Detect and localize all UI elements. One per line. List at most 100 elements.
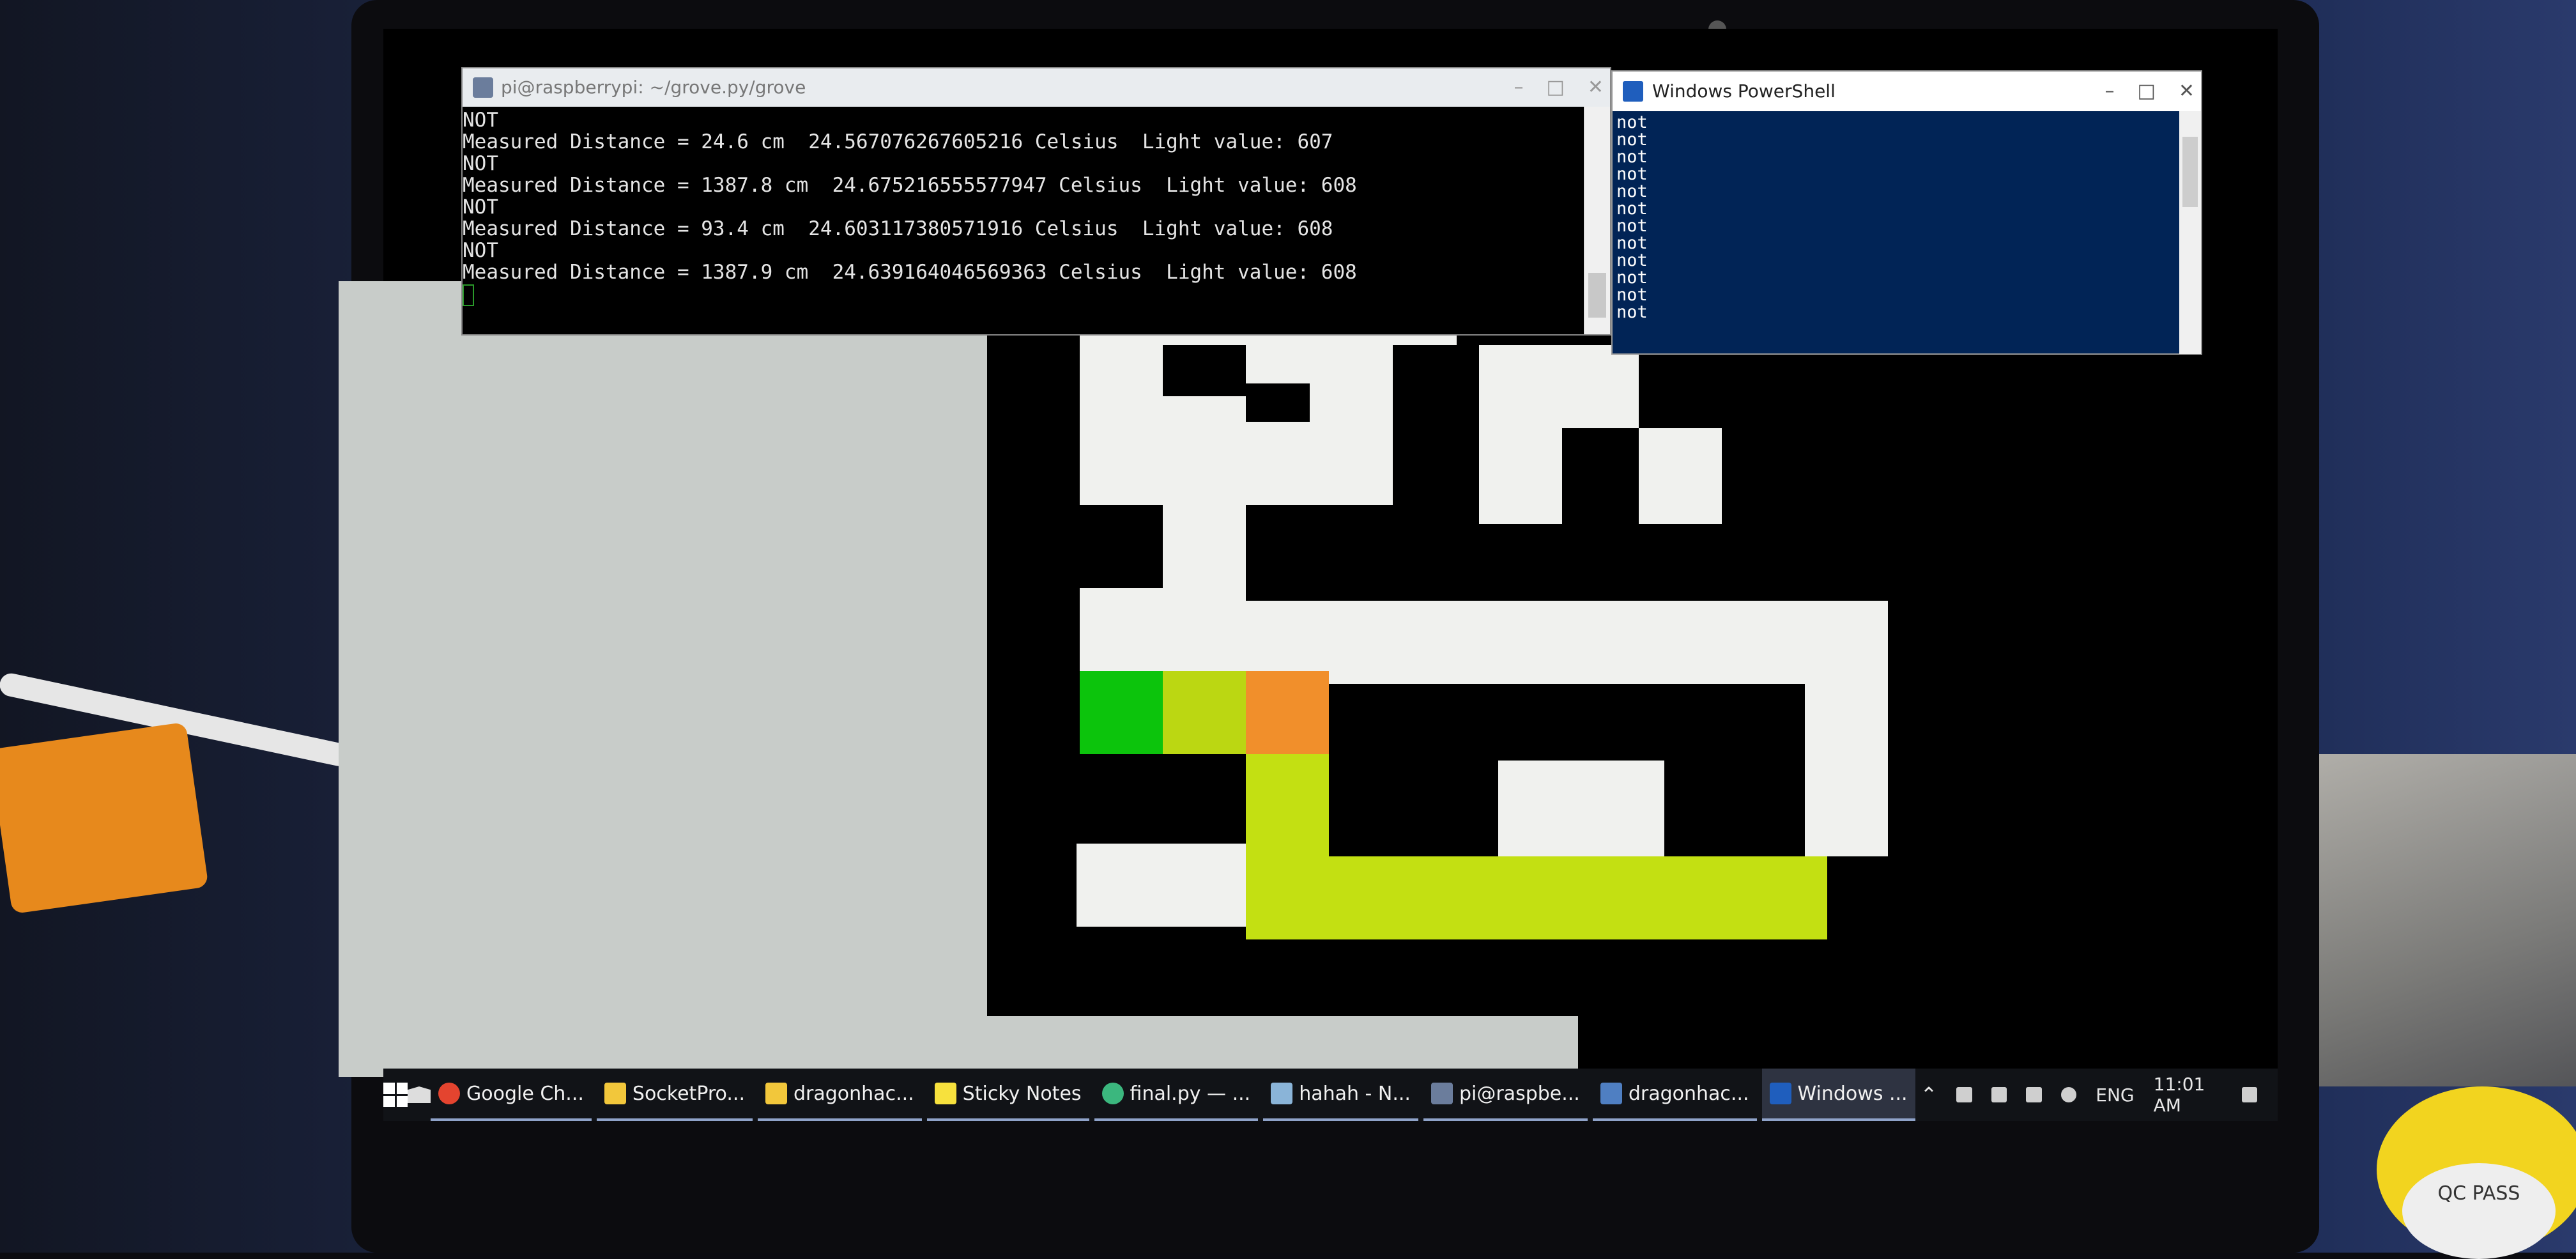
terminal-line: Measured Distance = 1387.9 cm 24.6391640…	[463, 261, 1357, 284]
scrollbar-thumb[interactable]	[2182, 137, 2198, 207]
qc-sticker: QC PASS	[2402, 1163, 2556, 1259]
minimize-icon[interactable]: –	[2105, 72, 2115, 110]
maze-wall	[1077, 844, 1249, 927]
taskbar-app-label: SocketPro...	[632, 1082, 745, 1105]
putty-title: pi@raspberrypi: ~/grove.py/grove	[501, 77, 806, 98]
python-icon	[1600, 1083, 1622, 1104]
taskbar-app-chrome[interactable]: Google Ch...	[431, 1069, 592, 1121]
maze-gap	[1163, 345, 1246, 396]
taskbar-app-editor[interactable]: final.py — ...	[1094, 1069, 1259, 1121]
python-icon	[1101, 1083, 1124, 1104]
maximize-icon[interactable]: □	[1547, 68, 1565, 107]
taskbar-app-folder[interactable]: dragonhac...	[758, 1069, 922, 1121]
maze-gap	[1639, 345, 1722, 428]
maze-wall	[1479, 345, 1562, 524]
battery-icon[interactable]	[2026, 1087, 2042, 1102]
maze-gap	[1393, 345, 1479, 505]
taskbar-app-putty[interactable]: pi@raspbe...	[1423, 1069, 1588, 1121]
powershell-icon	[1769, 1083, 1791, 1104]
maze-gap	[1246, 684, 1805, 761]
ps-line: not	[1616, 199, 1648, 219]
clock[interactable]: 11:01 AM	[2154, 1074, 2223, 1116]
sticky-notes-icon	[934, 1083, 956, 1104]
taskbar-app-label: Windows ...	[1797, 1082, 1908, 1105]
maze-path	[1246, 856, 1827, 939]
ps-line: not	[1616, 147, 1648, 167]
ps-line: not	[1616, 164, 1648, 184]
close-icon[interactable]: ✕	[1588, 68, 1604, 107]
taskbar-app-powershell[interactable]: Windows ...	[1761, 1069, 1915, 1121]
notifications-icon[interactable]	[2242, 1087, 2258, 1102]
maximize-icon[interactable]: □	[2138, 72, 2156, 110]
minimize-icon[interactable]: –	[1514, 68, 1524, 107]
taskbar-app-label: hahah - N...	[1299, 1082, 1411, 1105]
notepad-icon	[1271, 1083, 1293, 1104]
scrollbar-thumb[interactable]	[1588, 273, 1606, 318]
text-cursor	[463, 284, 474, 306]
maze-path	[1246, 754, 1329, 856]
taskbar-app-label: final.py — ...	[1130, 1082, 1251, 1105]
terminal-line: Measured Distance = 1387.8 cm 24.6752165…	[463, 174, 1357, 197]
ps-line: not	[1616, 285, 1648, 305]
maze-wall	[1498, 761, 1664, 856]
folder-icon	[604, 1083, 626, 1104]
powershell-window[interactable]: Windows PowerShell – □ ✕ not not not not…	[1611, 70, 2202, 355]
chevron-up-icon[interactable]: ⌃	[1920, 1083, 1938, 1107]
maze-current-cell	[1246, 671, 1329, 754]
powershell-output[interactable]: not not not not not not not not not not …	[1613, 111, 2201, 321]
volume-icon[interactable]	[1991, 1087, 2007, 1102]
powershell-title-bar[interactable]: Windows PowerShell – □ ✕	[1613, 72, 2201, 111]
language-indicator[interactable]: ENG	[2096, 1085, 2134, 1106]
terminal-line: Measured Distance = 24.6 cm 24.567076267…	[463, 130, 1333, 153]
maze-wall	[1639, 428, 1722, 524]
mail-icon	[408, 1086, 431, 1103]
taskbar-app-label: Google Ch...	[466, 1082, 584, 1105]
powershell-title: Windows PowerShell	[1652, 81, 1836, 102]
taskbar-app-notepad[interactable]: hahah - N...	[1263, 1069, 1418, 1121]
maze-board	[987, 307, 1888, 1016]
ps-line: not	[1616, 268, 1648, 288]
parts-bag	[2319, 754, 2576, 1086]
maze-wall	[1310, 326, 1393, 505]
powershell-icon	[1623, 81, 1643, 102]
terminal-output[interactable]: NOT Measured Distance = 24.6 cm 24.56707…	[463, 107, 1610, 337]
taskbar-app-sticky-notes[interactable]: Sticky Notes	[926, 1069, 1089, 1121]
ps-line: not	[1616, 302, 1648, 322]
ps-line: not	[1616, 182, 1648, 201]
putty-title-bar[interactable]: pi@raspberrypi: ~/grove.py/grove – □ ✕	[463, 68, 1610, 107]
maze-wall	[1246, 601, 1885, 684]
wifi-icon[interactable]	[1956, 1087, 1972, 1102]
taskbar-app-label: Sticky Notes	[962, 1082, 1082, 1105]
close-icon[interactable]: ✕	[2179, 72, 2195, 110]
taskbar-app-python[interactable]: dragonhac...	[1592, 1069, 1757, 1121]
window-controls: – □ ✕	[1514, 68, 1604, 107]
maze-gap	[1664, 761, 1805, 856]
terminal-scrollbar[interactable]	[1584, 107, 1610, 334]
taskbar-app-label: dragonhac...	[793, 1082, 914, 1105]
taskbar-app-label: pi@raspbe...	[1459, 1082, 1580, 1105]
system-tray: ⌃ ENG 11:01 AM	[1920, 1074, 2283, 1116]
maze-wall	[1805, 601, 1888, 856]
start-button[interactable]	[383, 1069, 408, 1121]
folder-icon	[765, 1083, 787, 1104]
maze-player	[1080, 671, 1163, 754]
onedrive-icon[interactable]	[2060, 1087, 2077, 1102]
ps-line: not	[1616, 216, 1648, 236]
ps-line: not	[1616, 112, 1648, 132]
maze-path	[1163, 671, 1246, 754]
taskbar-app-folder[interactable]: SocketPro...	[596, 1069, 753, 1121]
terminal-line: NOT	[463, 109, 498, 132]
putty-icon	[473, 77, 493, 98]
chrome-icon	[438, 1083, 460, 1104]
terminal-cursor-line	[463, 283, 1610, 306]
windows-logo-icon	[383, 1083, 408, 1107]
mail-button[interactable]	[408, 1069, 431, 1121]
windows-taskbar: Google Ch... SocketPro... dragonhac... S…	[383, 1069, 2278, 1121]
putty-icon	[1430, 1083, 1453, 1104]
putty-terminal-window[interactable]: pi@raspberrypi: ~/grove.py/grove – □ ✕ N…	[461, 67, 1611, 336]
maze-gap	[1479, 524, 1722, 601]
snack-wrapper	[0, 722, 209, 915]
terminal-line: NOT	[463, 152, 498, 175]
powershell-scrollbar[interactable]	[2179, 111, 2201, 354]
window-controls: – □ ✕	[2105, 72, 2195, 110]
